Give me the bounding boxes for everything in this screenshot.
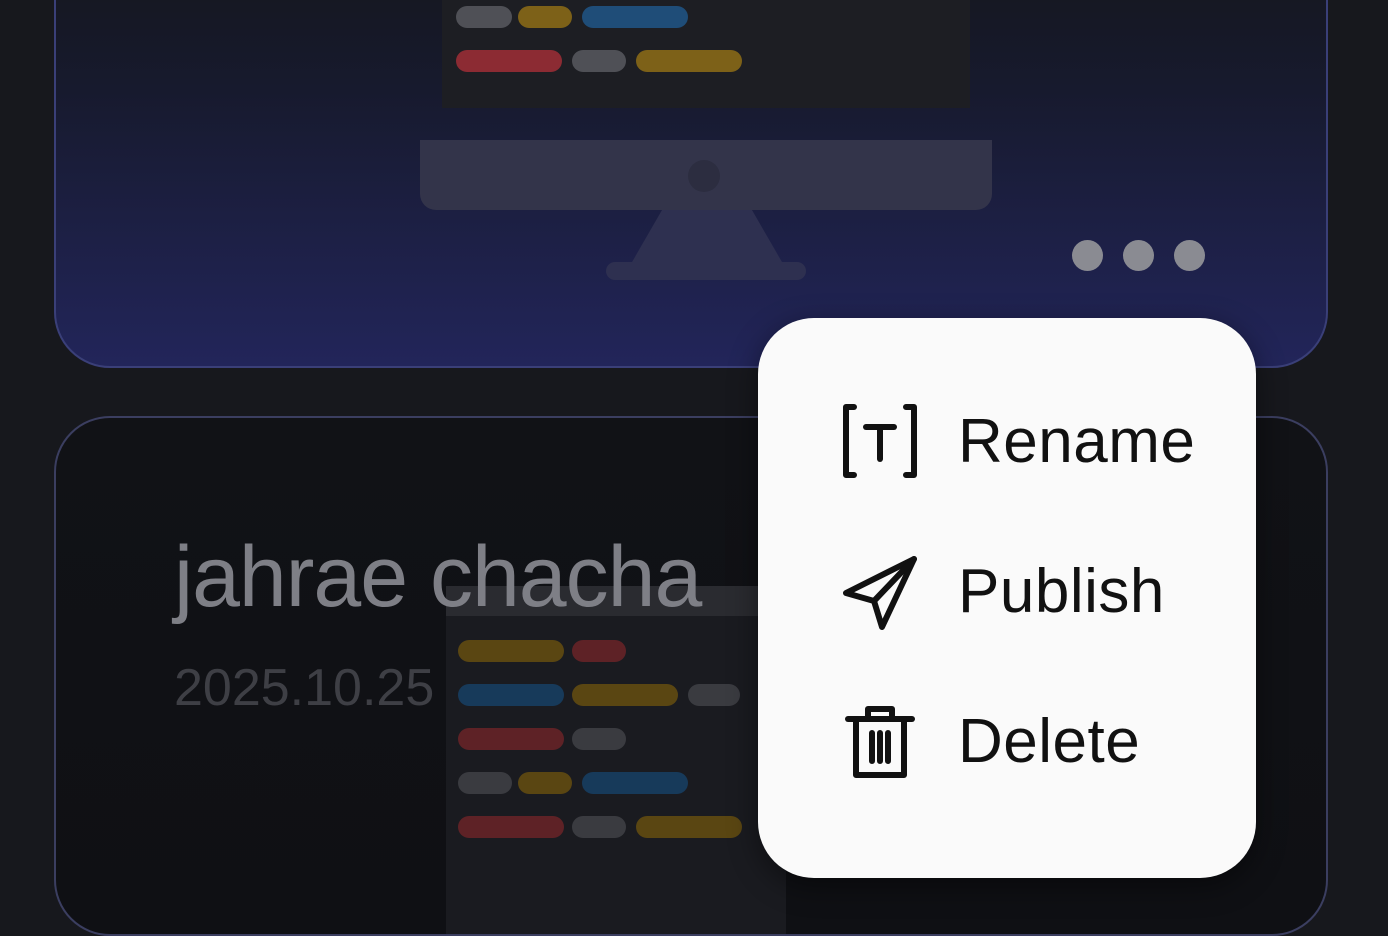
code-line (572, 816, 626, 838)
code-line (572, 728, 626, 750)
more-dot-icon (1174, 240, 1205, 271)
code-line (456, 50, 562, 72)
code-line (582, 6, 688, 28)
code-line (458, 728, 564, 750)
monitor-button (688, 160, 720, 192)
code-line (458, 640, 564, 662)
code-line (688, 684, 740, 706)
project-card-top[interactable] (54, 0, 1328, 368)
context-menu: Rename Publish Delete (758, 318, 1256, 878)
code-line (518, 772, 572, 794)
menu-item-label: Rename (958, 406, 1196, 476)
code-line (458, 772, 512, 794)
publish-icon (843, 556, 917, 630)
more-dot-icon (1072, 240, 1103, 271)
menu-item-label: Publish (958, 556, 1165, 626)
code-line (458, 684, 564, 706)
menu-item-publish[interactable]: Publish (840, 546, 1165, 636)
delete-icon (845, 706, 915, 778)
menu-item-label: Delete (958, 706, 1141, 776)
monitor-foot (606, 262, 806, 280)
code-line (572, 50, 626, 72)
code-line (458, 816, 564, 838)
more-dot-icon (1123, 240, 1154, 271)
monitor-screen-illustration (446, 586, 786, 934)
code-line (582, 772, 688, 794)
menu-item-rename[interactable]: Rename (840, 396, 1195, 486)
document-date: 2025.10.25 (174, 659, 435, 717)
code-line (636, 50, 742, 72)
code-line (518, 6, 572, 28)
menu-item-delete[interactable]: Delete (840, 696, 1140, 786)
rename-icon (843, 404, 917, 478)
code-line (636, 816, 742, 838)
monitor-stand (632, 210, 782, 262)
code-line (456, 6, 512, 28)
more-options-button[interactable] (1072, 240, 1205, 271)
code-line (572, 684, 678, 706)
document-title: jahrae chacha (174, 529, 702, 625)
code-line (572, 640, 626, 662)
